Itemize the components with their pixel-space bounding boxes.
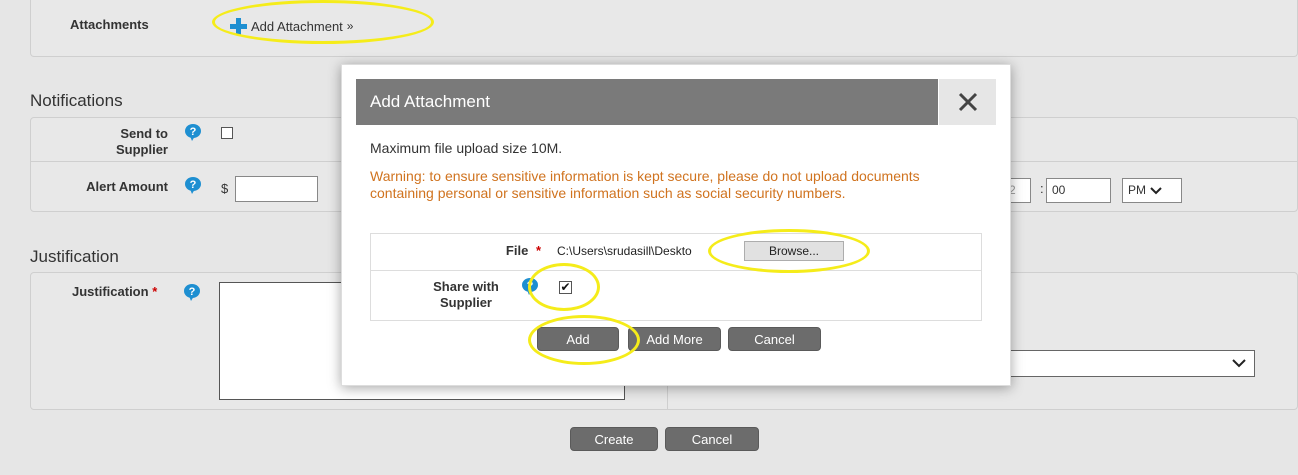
send-to-supplier-line2: Supplier: [115, 142, 168, 157]
create-button[interactable]: Create: [570, 427, 658, 451]
justification-label-text: Justification: [72, 284, 149, 299]
max-size-text: Maximum file upload size 10M.: [370, 140, 563, 156]
time-ampm-value: PM: [1128, 183, 1146, 197]
file-path-value: C:\Users\srudasill\Deskto: [557, 244, 692, 258]
help-icon[interactable]: ?: [184, 176, 202, 194]
help-icon[interactable]: ?: [521, 277, 539, 295]
dialog-title: Add Attachment: [356, 79, 938, 125]
currency-symbol: $: [221, 181, 229, 196]
browse-button[interactable]: Browse...: [744, 241, 844, 261]
svg-text:?: ?: [190, 179, 197, 191]
share-line1: Share with: [433, 279, 499, 294]
chevron-down-icon: [1150, 186, 1162, 194]
warning-text: Warning: to ensure sensitive information…: [370, 168, 920, 201]
send-to-supplier-label: Send to Supplier: [60, 126, 168, 158]
cancel-button[interactable]: Cancel: [665, 427, 759, 451]
add-button[interactable]: Add: [537, 327, 619, 351]
add-attachment-label: Add Attachment: [251, 18, 343, 34]
justification-title: Justification: [30, 247, 119, 266]
attachments-panel: [30, 0, 1298, 57]
time-colon: :: [1040, 181, 1044, 196]
share-with-supplier-label: Share with Supplier: [411, 279, 521, 311]
close-icon: [958, 92, 977, 112]
add-more-button[interactable]: Add More: [628, 327, 721, 351]
required-marker: *: [535, 243, 541, 258]
alert-amount-input[interactable]: [235, 176, 318, 202]
time-hour-input[interactable]: 2: [1009, 178, 1031, 203]
time-ampm-select[interactable]: PM: [1122, 178, 1182, 203]
svg-text:?: ?: [190, 126, 197, 138]
dialog-cancel-button[interactable]: Cancel: [728, 327, 821, 351]
justification-select[interactable]: [1009, 350, 1255, 377]
add-attachment-link[interactable]: Add Attachment »: [230, 16, 353, 36]
svg-text:?: ?: [527, 280, 534, 292]
send-to-supplier-checkbox[interactable]: [221, 127, 233, 139]
attachment-form: File * C:\Users\srudasill\Deskto Browse.…: [370, 233, 982, 321]
add-attachment-dialog: Add Attachment Maximum file upload size …: [341, 64, 1011, 386]
close-button[interactable]: [939, 79, 996, 125]
share-line2: Supplier: [439, 295, 492, 310]
justification-label: Justification *: [72, 284, 157, 300]
time-minutes-value: 00: [1052, 183, 1066, 197]
required-marker: *: [152, 284, 158, 299]
row-divider: [371, 270, 981, 271]
plus-icon: [230, 17, 247, 35]
notifications-title: Notifications: [30, 91, 123, 110]
share-with-supplier-checkbox[interactable]: ✔: [559, 281, 572, 294]
add-attachment-chevron: »: [346, 19, 354, 33]
attachments-label: Attachments: [70, 17, 149, 32]
checkmark-icon: ✔: [560, 280, 571, 294]
svg-text:?: ?: [189, 286, 196, 298]
file-label: File *: [431, 243, 541, 259]
help-icon[interactable]: ?: [183, 283, 201, 301]
chevron-down-icon: [1232, 359, 1246, 368]
send-to-supplier-line1: Send to: [120, 126, 168, 141]
file-path-input[interactable]: C:\Users\srudasill\Deskto: [557, 242, 747, 261]
alert-amount-label: Alert Amount: [86, 179, 168, 194]
help-icon[interactable]: ?: [184, 123, 202, 141]
file-label-text: File: [505, 243, 529, 258]
time-minutes-input[interactable]: 00: [1046, 178, 1111, 203]
